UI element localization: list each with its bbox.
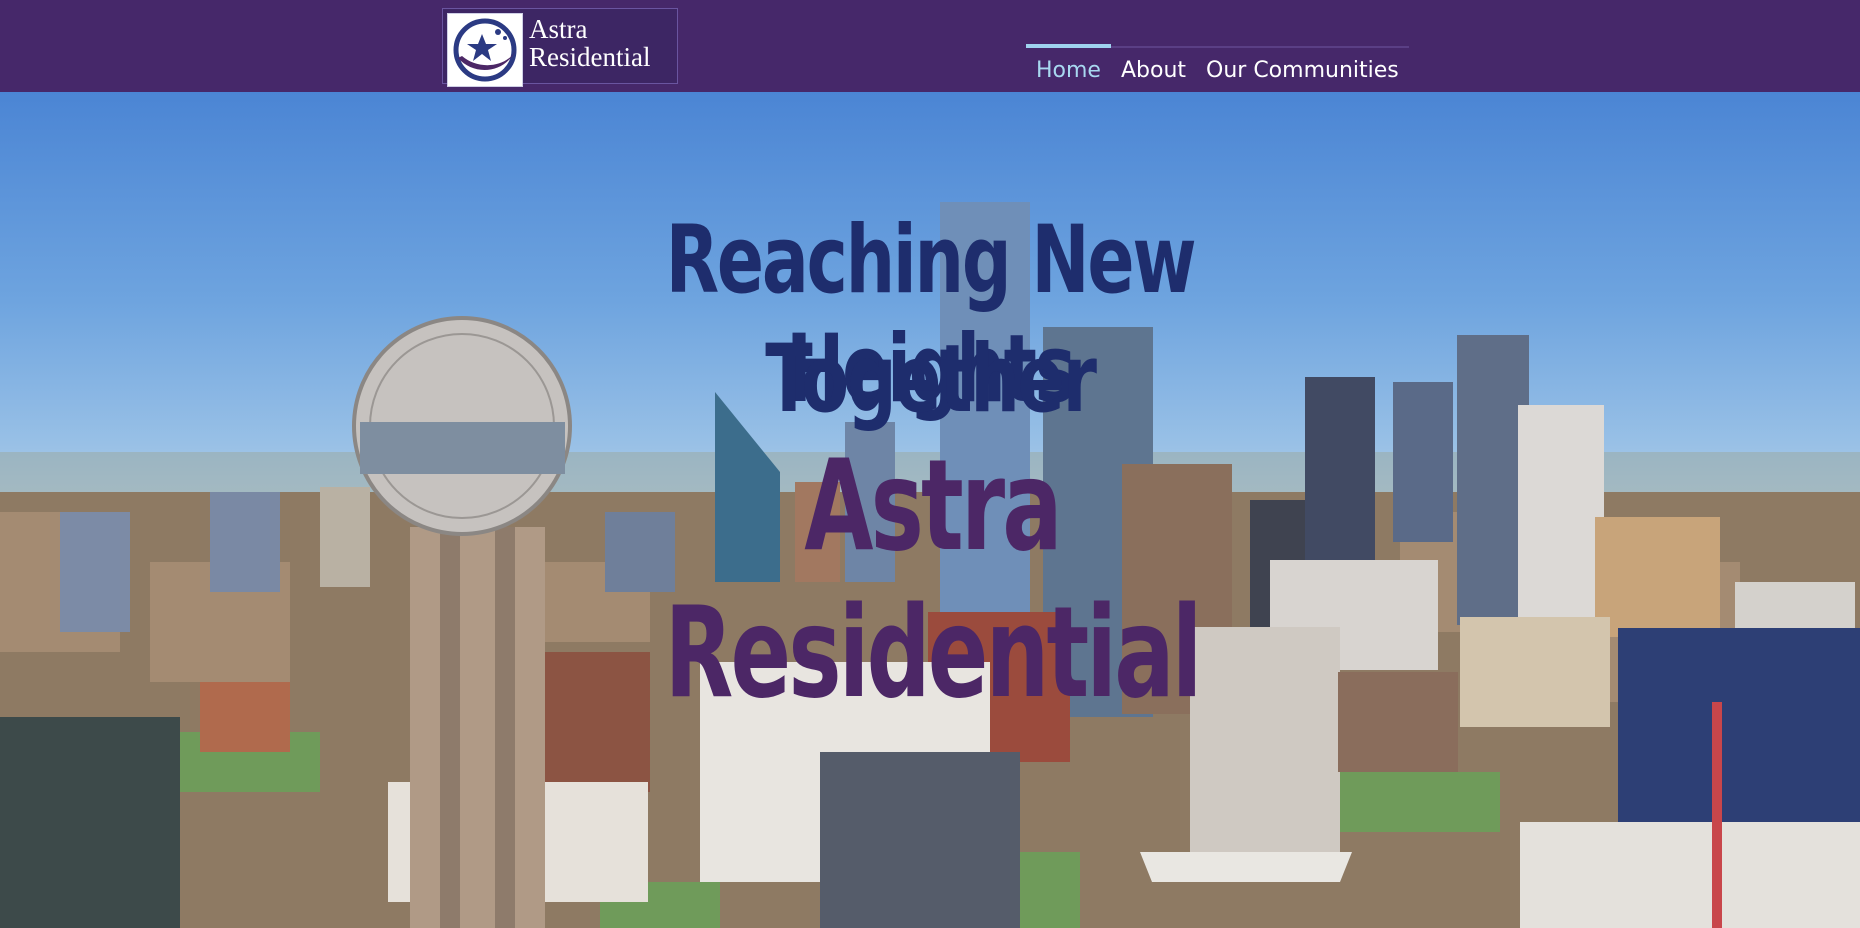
- star-swoosh-icon: [447, 13, 523, 87]
- site-header: Astra Residential Home About Our Communi…: [0, 0, 1860, 92]
- logo-text: Astra Residential: [529, 15, 679, 71]
- nav-about[interactable]: About: [1110, 46, 1197, 86]
- logo-line-2: Residential: [529, 42, 651, 72]
- hero-brand-title: Astra Residential: [664, 432, 1202, 726]
- hero-section: Reaching New Heights Together Astra Resi…: [0, 92, 1860, 928]
- nav-home[interactable]: Home: [1026, 44, 1111, 86]
- hero-headline-line-2: Together: [765, 325, 1097, 434]
- site-logo[interactable]: Astra Residential: [442, 8, 679, 87]
- nav-our-communities[interactable]: Our Communities: [1196, 46, 1409, 86]
- logo-line-1: Astra: [529, 14, 588, 44]
- main-nav: Home About Our Communities: [1026, 44, 1409, 86]
